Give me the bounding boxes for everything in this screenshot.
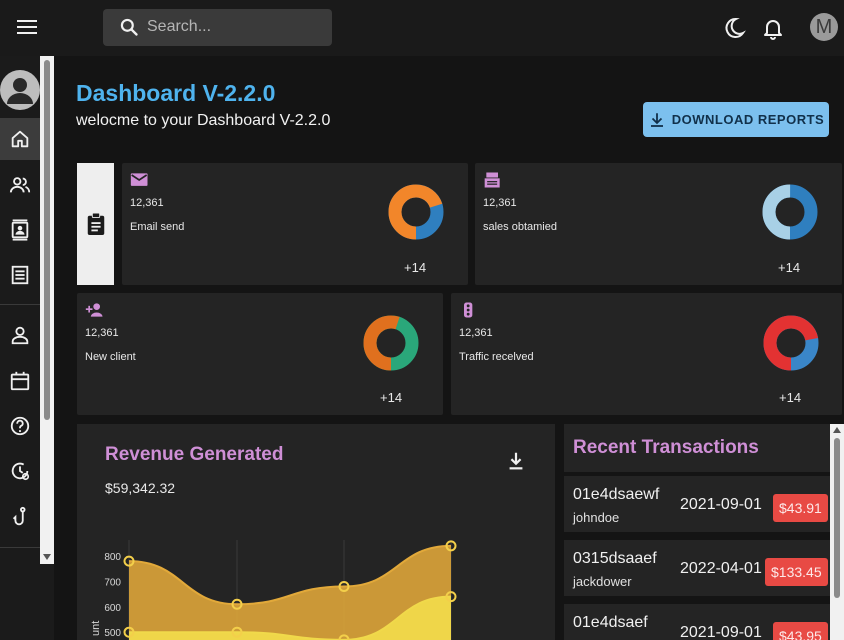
sidebar-item-faq[interactable]	[0, 405, 40, 447]
person-outline-icon	[11, 326, 29, 345]
transaction-id: 01e4dsaef	[573, 614, 648, 631]
transaction-row[interactable]: 01e4dsaef 2021-09-01 $43.95	[564, 604, 830, 640]
traffic-icon	[464, 302, 473, 318]
transactions-scrollbar[interactable]	[830, 424, 844, 640]
stat-card-client: 12,361 New client +14	[77, 293, 443, 415]
sidebar	[0, 56, 54, 640]
sidebar-divider	[0, 304, 40, 305]
transactions-title: Recent Transactions	[573, 437, 759, 458]
transaction-id: 01e4dsaewf	[573, 486, 660, 503]
sidebar-divider	[0, 547, 40, 548]
stat-value: 12,361	[130, 197, 164, 209]
y-tick-label: 800	[104, 552, 121, 563]
clipboard-tile[interactable]	[77, 163, 114, 285]
revenue-amount: $59,342.32	[105, 480, 176, 496]
page-title: Dashboard V-2.2.0	[76, 80, 276, 106]
transaction-amount: $43.91	[773, 494, 828, 522]
stat-value: 12,361	[483, 197, 517, 209]
revenue-title: Revenue Generated	[105, 444, 284, 465]
top-bar: M	[0, 0, 844, 56]
y-tick-label: 600	[104, 603, 121, 614]
search-input[interactable]	[147, 15, 322, 39]
dark-mode-icon[interactable]	[720, 14, 748, 42]
stat-increase: +14	[380, 390, 403, 405]
stat-label: Email send	[130, 221, 185, 233]
transactions-panel: Recent Transactions 01e4dsaewf johndoe 2…	[564, 424, 844, 640]
stat-card-traffic: 12,361 Traffic recelved +14	[451, 293, 842, 415]
transaction-date: 2021-09-01	[680, 496, 762, 513]
point-of-sale-icon	[484, 172, 500, 188]
sidebar-item-settings[interactable]	[0, 450, 40, 492]
email-icon	[130, 173, 148, 186]
search-box[interactable]	[103, 9, 332, 46]
transaction-user: jackdower	[573, 574, 632, 589]
progress-donut	[363, 315, 419, 371]
progress-donut	[762, 184, 818, 240]
sidebar-item-home[interactable]	[0, 118, 40, 160]
menu-icon[interactable]	[14, 16, 40, 40]
people-icon	[9, 177, 31, 193]
transaction-row[interactable]: 0315dsaaef jackdower 2022-04-01 $133.45	[564, 540, 830, 596]
home-icon	[11, 130, 29, 148]
stat-increase: +14	[404, 260, 427, 275]
transaction-date: 2021-09-01	[680, 624, 762, 640]
stat-increase: +14	[778, 260, 801, 275]
sidebar-item-geo[interactable]	[0, 496, 40, 538]
transaction-amount: $43.95	[773, 622, 828, 640]
stat-value: 12,361	[459, 327, 493, 339]
clipboard-icon	[87, 212, 104, 235]
sidebar-item-invoices[interactable]	[0, 254, 40, 296]
transaction-date: 2022-04-01	[680, 560, 762, 577]
sidebar-item-contacts[interactable]	[0, 209, 40, 251]
y-tick-label: 500	[104, 628, 121, 639]
transactions-header: Recent Transactions	[564, 424, 830, 472]
transaction-row[interactable]: 01e4dsaewf johndoe 2021-09-01 $43.91	[564, 476, 830, 532]
download-icon	[650, 112, 663, 127]
receipt-icon	[11, 265, 29, 285]
progress-donut	[763, 315, 819, 371]
transaction-user: johndoe	[573, 510, 620, 525]
calendar-icon	[10, 371, 30, 391]
download-reports-label: DOWNLOAD REPORTS	[671, 112, 825, 127]
revenue-chart: 500 600 700 800 unt	[90, 540, 457, 640]
sidebar-item-team[interactable]	[0, 164, 40, 206]
notifications-icon[interactable]	[759, 14, 787, 42]
stat-value: 12,361	[85, 327, 119, 339]
manage-history-icon	[11, 462, 30, 481]
transaction-amount: $133.45	[765, 558, 828, 586]
user-avatar[interactable]: M	[810, 13, 838, 41]
person-icon	[7, 78, 33, 104]
stat-label: New client	[85, 351, 136, 363]
phishing-icon	[12, 506, 26, 526]
revenue-panel: Revenue Generated $59,342.32 500 600 700 80…	[77, 424, 555, 640]
download-reports-button[interactable]: DOWNLOAD REPORTS	[643, 102, 829, 137]
stat-label: Traffic recelved	[459, 351, 534, 363]
y-tick-label: 700	[104, 577, 121, 588]
download-icon[interactable]	[505, 450, 527, 472]
stat-increase: +14	[779, 390, 802, 405]
stat-card-email: 12,361 Email send +14	[122, 163, 468, 285]
sidebar-item-profile[interactable]	[0, 314, 40, 356]
page-subtitle: welocme to your Dashboard V-2.2.0	[76, 112, 331, 129]
sidebar-item-calendar[interactable]	[0, 360, 40, 402]
transaction-id: 0315dsaaef	[573, 550, 657, 567]
stat-label: sales obtamied	[483, 221, 557, 233]
person-add-icon	[85, 303, 103, 317]
stat-card-sales: 12,361 sales obtamied +14	[475, 163, 842, 285]
contacts-icon	[11, 219, 29, 241]
profile-avatar[interactable]	[0, 70, 40, 110]
progress-donut	[388, 184, 444, 240]
search-icon	[120, 18, 138, 36]
help-icon	[10, 416, 30, 436]
y-axis-label: unt	[90, 621, 102, 636]
sidebar-scrollbar[interactable]	[40, 56, 54, 564]
